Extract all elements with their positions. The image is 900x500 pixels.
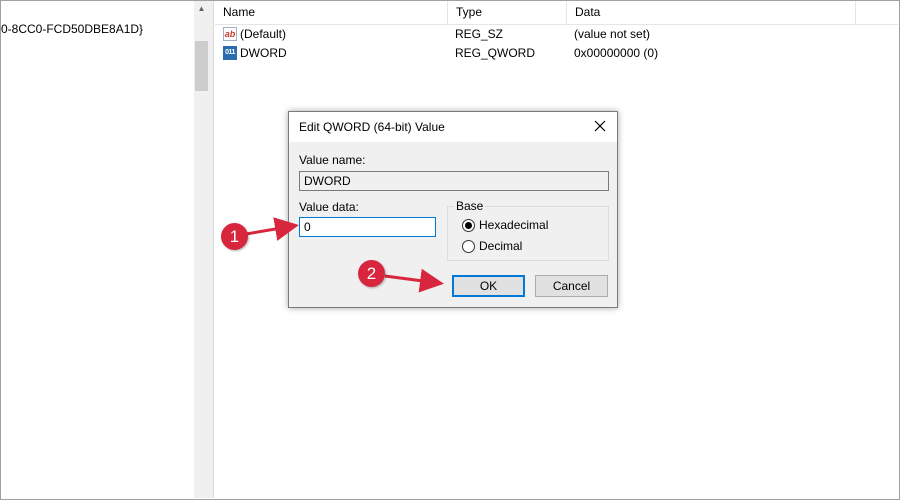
step-1-badge: 1 [221, 223, 248, 250]
arrow-to-value-data [245, 217, 299, 241]
annotation-arrows [245, 217, 444, 293]
step-2-badge: 2 [358, 260, 385, 287]
arrow-to-ok-button [384, 268, 444, 293]
